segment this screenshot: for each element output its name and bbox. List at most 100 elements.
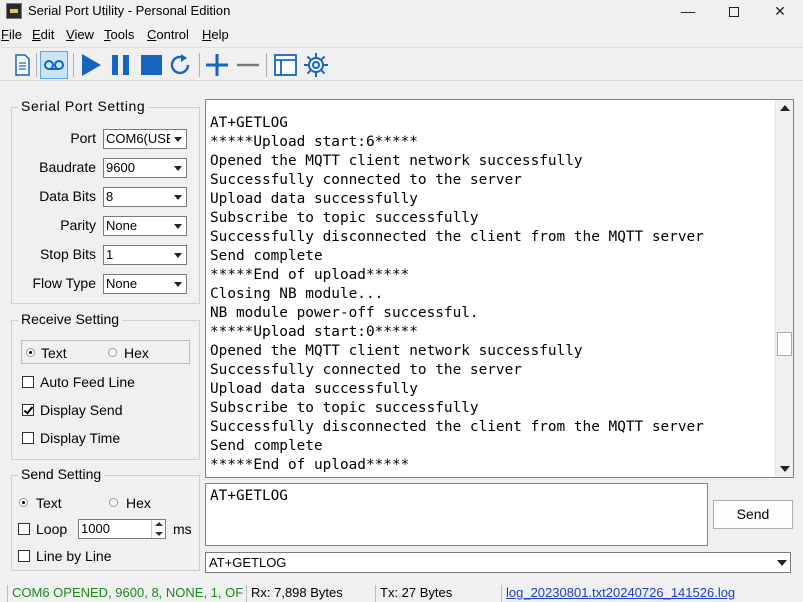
receive-line: Send complete	[210, 438, 323, 454]
scroll-thumb[interactable]	[777, 332, 792, 356]
chevron-down-icon	[170, 217, 186, 235]
rx-count: Rx: 7,898 Bytes	[246, 585, 373, 602]
document-icon[interactable]	[8, 51, 36, 79]
receive-text-label: Text	[41, 345, 67, 361]
stop-icon[interactable]	[138, 51, 166, 79]
menu-control[interactable]: Control	[147, 27, 189, 42]
receive-line: *****Upload start:6*****	[210, 134, 418, 150]
menu-tools[interactable]: Tools	[104, 27, 134, 42]
receive-setting-title: Receive Setting	[18, 311, 123, 327]
minus-icon[interactable]	[234, 51, 262, 79]
baudrate-label: Baudrate	[39, 159, 96, 175]
receive-line: *****End of upload*****	[210, 267, 410, 283]
loop-checkbox[interactable]	[18, 523, 30, 535]
loop-unit-label: ms	[173, 521, 192, 537]
title-bar: Serial Port Utility - Personal Edition —…	[0, 0, 803, 24]
send-text: AT+GETLOG	[210, 488, 288, 504]
send-hex-label: Hex	[126, 495, 151, 511]
chevron-down-icon	[170, 159, 186, 177]
loop-interval-input[interactable]: 1000	[78, 519, 166, 539]
menu-edit[interactable]: Edit	[32, 27, 54, 42]
send-history-select[interactable]: AT+GETLOG	[205, 552, 791, 573]
receive-line: *****End of upload*****	[210, 457, 410, 473]
cassette-record-icon[interactable]	[40, 51, 68, 79]
data-bits-select[interactable]: 8	[103, 187, 187, 207]
plus-icon[interactable]	[203, 51, 231, 79]
flow-type-select[interactable]: None	[103, 274, 187, 294]
minimize-button[interactable]: —	[665, 0, 711, 24]
send-setting-title: Send Setting	[18, 466, 105, 482]
port-select[interactable]: COM6(USB	[103, 129, 187, 149]
flow-type-label: Flow Type	[32, 275, 96, 291]
receive-line: Upload data successfully	[210, 381, 418, 397]
receive-line: Successfully disconnected the client fro…	[210, 419, 704, 435]
spin-arrows-icon[interactable]	[151, 520, 165, 538]
display-time-checkbox[interactable]	[22, 432, 34, 444]
parity-select[interactable]: None	[103, 216, 187, 236]
chevron-down-icon	[170, 130, 186, 148]
receive-line: Opened the MQTT client network successfu…	[210, 153, 583, 169]
close-button[interactable]: ✕	[757, 0, 803, 24]
app-icon	[6, 3, 22, 19]
line-by-line-label: Line by Line	[36, 548, 112, 564]
baudrate-select[interactable]: 9600	[103, 158, 187, 178]
refresh-icon[interactable]	[167, 51, 195, 79]
send-button[interactable]: Send	[713, 500, 793, 529]
toolbar	[0, 47, 803, 81]
log-file-link[interactable]: log_20230801.txt20240726_141526.log	[501, 585, 799, 602]
maximize-icon	[729, 7, 739, 18]
tx-count: Tx: 27 Bytes	[375, 585, 499, 602]
auto-feed-line-checkbox[interactable]	[22, 376, 34, 388]
send-text-radio[interactable]	[19, 498, 28, 507]
menu-file[interactable]: File	[1, 27, 22, 42]
receive-line: *****Upload start:0*****	[210, 324, 418, 340]
window-title: Serial Port Utility - Personal Edition	[28, 3, 231, 18]
receive-textarea[interactable]: AT+GETLOG *****Upload start:6***** Opened …	[205, 99, 794, 478]
receive-log: AT+GETLOG *****Upload start:6***** Opened …	[210, 114, 704, 475]
toolbar-separator	[266, 53, 267, 77]
data-bits-label: Data Bits	[39, 188, 96, 204]
chevron-down-icon	[170, 188, 186, 206]
scroll-up-icon[interactable]	[780, 105, 790, 111]
receive-line: Successfully connected to the server	[210, 172, 522, 188]
loop-label: Loop	[36, 521, 68, 537]
display-send-label: Display Send	[40, 402, 123, 418]
display-time-label: Display Time	[40, 430, 121, 446]
receive-line: Successfully connected to the server	[210, 362, 522, 378]
send-hex-radio[interactable]	[109, 498, 118, 507]
display-send-checkbox[interactable]	[22, 404, 34, 416]
toolbar-separator	[36, 53, 37, 77]
receive-line: Successfully disconnected the client fro…	[210, 229, 704, 245]
scroll-down-icon[interactable]	[780, 466, 790, 472]
send-textarea[interactable]: AT+GETLOG	[205, 483, 708, 546]
pause-icon[interactable]	[107, 51, 135, 79]
receive-scrollbar[interactable]	[775, 100, 793, 477]
chevron-down-icon	[774, 553, 790, 572]
port-label: Port	[70, 130, 96, 146]
window-icon[interactable]	[272, 51, 300, 79]
receive-line: Closing NB module...	[210, 286, 384, 302]
menu-help[interactable]: Help	[202, 27, 229, 42]
connection-status: COM6 OPENED, 9600, 8, NONE, 1, OFF	[7, 585, 244, 602]
receive-line: Send complete	[210, 248, 323, 264]
receive-text-radio[interactable]	[26, 348, 35, 357]
serial-port-setting-title: Serial Port Setting	[18, 98, 149, 114]
status-bar: COM6 OPENED, 9600, 8, NONE, 1, OFF Rx: 7…	[0, 584, 803, 602]
receive-line: AT+GETLOG	[210, 115, 288, 131]
maximize-button[interactable]	[711, 0, 757, 24]
receive-line: NB module power-off successful.	[210, 305, 479, 321]
receive-hex-radio[interactable]	[108, 348, 117, 357]
receive-hex-label: Hex	[124, 345, 149, 361]
gear-icon[interactable]	[302, 51, 330, 79]
play-icon[interactable]	[77, 51, 105, 79]
menu-view[interactable]: View	[66, 27, 94, 42]
parity-label: Parity	[60, 217, 96, 233]
toolbar-separator	[199, 53, 200, 77]
chevron-down-icon	[170, 246, 186, 264]
receive-line: Opened the MQTT client network successfu…	[210, 343, 583, 359]
toolbar-separator	[73, 53, 74, 77]
receive-line: Subscribe to topic successfully	[210, 400, 479, 416]
stop-bits-select[interactable]: 1	[103, 245, 187, 265]
menu-bar: File Edit View Tools Control Help	[0, 27, 803, 45]
line-by-line-checkbox[interactable]	[18, 550, 30, 562]
